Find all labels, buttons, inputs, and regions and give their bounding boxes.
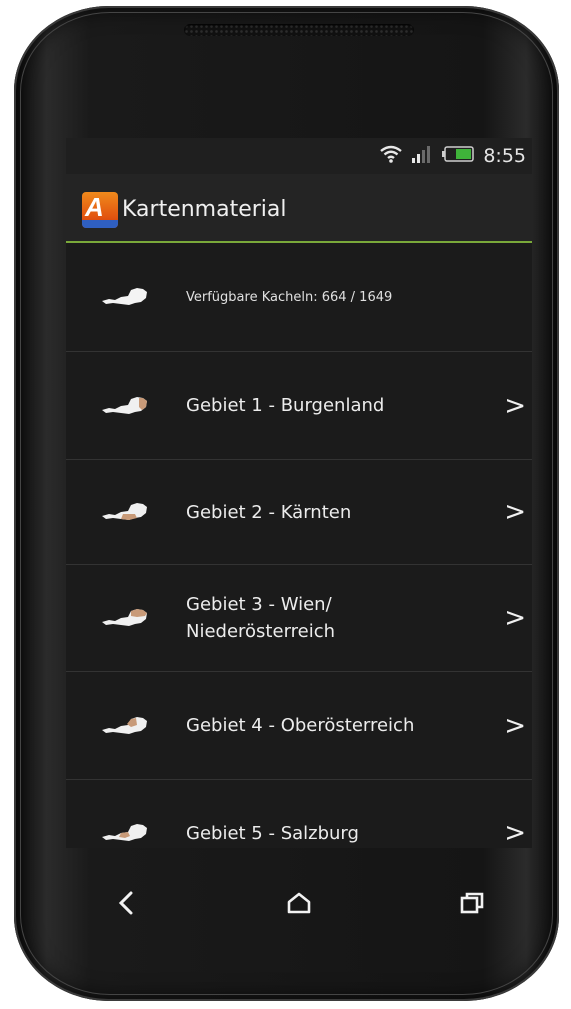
chevron-right-icon: >: [504, 497, 526, 527]
signal-icon: [411, 144, 433, 168]
list-item-gebiet-5[interactable]: Gebiet 5 - Salzburg >: [66, 780, 532, 848]
list-item-label: Gebiet 4 - Oberösterreich: [186, 715, 415, 736]
page-title: Kartenmaterial: [122, 196, 287, 222]
screen: 8:55 A Kartenmaterial Verfügbare Kacheln…: [66, 138, 532, 848]
battery-icon: [441, 145, 475, 167]
chevron-right-icon: >: [504, 710, 526, 741]
chevron-right-icon: >: [504, 603, 526, 633]
austria-map-kaernten-icon: [90, 501, 160, 523]
app-logo-letter: A: [85, 191, 104, 222]
list-item-label: Gebiet 2 - Kärnten: [186, 501, 352, 523]
back-icon[interactable]: [106, 883, 146, 923]
list-item-label-line2: Niederösterreich: [186, 621, 336, 642]
home-icon[interactable]: [279, 883, 319, 923]
chevron-right-icon: >: [504, 390, 526, 421]
austria-map-oberoesterreich-icon: [90, 715, 160, 737]
recent-apps-icon[interactable]: [452, 883, 492, 923]
austria-map-wien-icon: [90, 607, 160, 629]
region-list: Verfügbare Kacheln: 664 / 1649 Gebiet 1 …: [66, 243, 532, 848]
list-item-label: Gebiet 3 - Wien/Niederösterreich: [186, 591, 532, 645]
tile-count-row: Verfügbare Kacheln: 664 / 1649: [66, 243, 532, 352]
chevron-right-icon: >: [504, 818, 526, 848]
app-logo-strip: [82, 219, 118, 228]
list-item-gebiet-4[interactable]: Gebiet 4 - Oberösterreich >: [66, 672, 532, 780]
list-item-gebiet-3[interactable]: Gebiet 3 - Wien/Niederösterreich >: [66, 565, 532, 672]
status-time: 8:55: [483, 145, 526, 167]
austria-map-burgenland-icon: [90, 395, 160, 417]
app-logo-icon[interactable]: A: [82, 191, 118, 228]
navigation-bar: [66, 848, 532, 958]
list-item-label: Gebiet 1 - Burgenland: [186, 395, 385, 416]
wifi-icon: [379, 144, 403, 168]
tile-count-label: Verfügbare Kacheln: 664 / 1649: [186, 289, 393, 305]
austria-map-icon: [90, 286, 160, 308]
list-item-label-line1: Gebiet 3 - Wien/: [186, 594, 332, 615]
status-bar: 8:55: [66, 138, 532, 174]
austria-map-salzburg-icon: [90, 822, 160, 844]
speaker-grille: [184, 24, 414, 36]
list-item-gebiet-1[interactable]: Gebiet 1 - Burgenland >: [66, 352, 532, 460]
list-item-gebiet-2[interactable]: Gebiet 2 - Kärnten >: [66, 460, 532, 565]
list-item-label: Gebiet 5 - Salzburg: [186, 822, 359, 844]
action-bar: A Kartenmaterial: [66, 174, 532, 243]
